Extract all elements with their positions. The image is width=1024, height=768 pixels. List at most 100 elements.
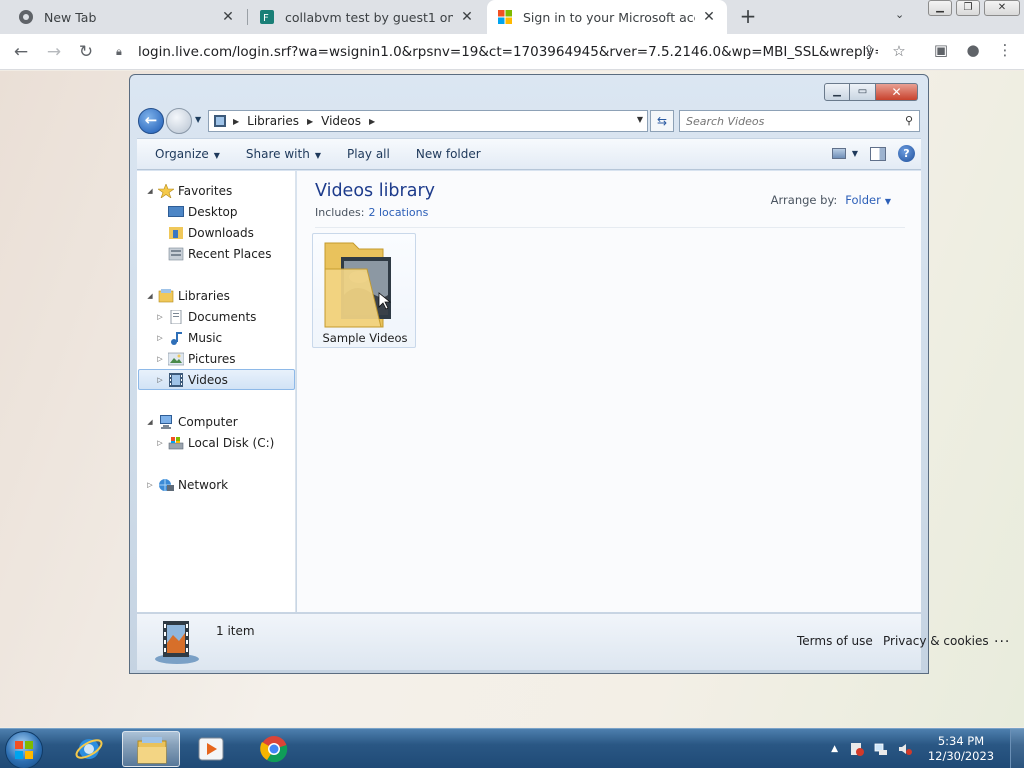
privacy-cookies-link[interactable]: Privacy & cookies	[883, 634, 989, 648]
nav-pictures[interactable]: ▷ Pictures	[155, 349, 235, 369]
forward-arrow-icon[interactable]	[166, 108, 192, 134]
expand-arrow-icon[interactable]: ▷	[145, 481, 155, 489]
nav-label: Music	[188, 331, 223, 345]
tab-label: collabvm test by guest1 on collabvm	[285, 9, 453, 25]
breadcrumb-arrow-icon[interactable]: ▶	[307, 117, 313, 126]
tab-label: Sign in to your Microsoft account	[523, 9, 695, 25]
nav-desktop[interactable]: Desktop	[155, 202, 238, 222]
taskbar-internet-explorer[interactable]	[60, 731, 118, 767]
tab-new-tab[interactable]: New Tab ✕	[8, 0, 246, 34]
explorer-window: ▁ ▭ ✕ ← ▼ ▶ Libraries ▶ Videos ▶ ▼ ⇆ ⚲ O…	[129, 74, 929, 674]
refresh-icon[interactable]: ⇆	[650, 110, 674, 132]
organize-button[interactable]: Organize ▼	[155, 147, 220, 161]
nav-local-disk[interactable]: ▷ Local Disk (C:)	[155, 433, 274, 453]
nav-favorites[interactable]: ◢ Favorites	[145, 181, 232, 201]
network-icon	[159, 479, 174, 491]
media-player-icon	[198, 737, 224, 761]
chevron-down-icon[interactable]: ⌄	[895, 8, 904, 21]
minimize-icon[interactable]: ▁	[824, 83, 850, 101]
includes-locations-link[interactable]: 2 locations	[368, 206, 428, 219]
show-hidden-icons-icon[interactable]: ▲	[831, 744, 838, 754]
tab-collabvm[interactable]: F collabvm test by guest1 on collabvm ✕	[249, 0, 485, 34]
breadcrumb-arrow-icon[interactable]: ▶	[369, 117, 375, 126]
close-icon[interactable]: ✕	[459, 9, 475, 25]
search-icon[interactable]: ⚲	[905, 114, 913, 127]
close-icon[interactable]: ✕	[220, 9, 236, 25]
taskbar-windows-explorer[interactable]	[122, 731, 180, 767]
close-icon[interactable]: ✕	[876, 83, 918, 101]
side-panel-icon[interactable]: ▣	[925, 41, 957, 59]
more-options-icon[interactable]: ...	[994, 630, 1010, 646]
arrange-by-dropdown[interactable]: Folder	[845, 193, 881, 207]
network-status-icon[interactable]	[874, 742, 888, 756]
address-dropdown-icon[interactable]: ▼	[637, 115, 643, 124]
breadcrumb-arrow-icon[interactable]: ▶	[233, 117, 239, 126]
search-input[interactable]	[680, 111, 894, 131]
preview-pane-icon[interactable]	[870, 146, 886, 161]
system-clock[interactable]: 5:34 PM 12/30/2023	[922, 734, 1000, 764]
help-icon[interactable]: ?	[898, 145, 915, 162]
start-button[interactable]	[5, 731, 43, 768]
nav-documents[interactable]: ▷ Documents	[155, 307, 256, 327]
desktop-icon	[168, 206, 184, 217]
forward-arrow-icon[interactable]: →	[43, 41, 65, 63]
play-all-button[interactable]: Play all	[347, 147, 390, 161]
back-arrow-icon[interactable]: ←	[138, 108, 164, 134]
command-bar: Organize ▼ Share with ▼ Play all New folde…	[137, 138, 921, 170]
close-icon[interactable]: ✕	[701, 9, 717, 25]
action-center-icon[interactable]	[850, 742, 864, 756]
omnibox-actions: ⇪ ☆	[854, 42, 914, 60]
browser-toolbar: ← → ↻ 🔒︎ login.live.com/login.srf?wa=wsi…	[0, 34, 1024, 70]
show-desktop-button[interactable]	[1010, 729, 1024, 768]
back-arrow-icon[interactable]: ←	[10, 41, 32, 63]
chrome-icon	[260, 736, 288, 763]
expand-arrow-icon[interactable]: ▷	[155, 313, 165, 321]
tab-label: New Tab	[44, 9, 97, 25]
close-icon[interactable]: ✕	[984, 0, 1020, 16]
nav-computer[interactable]: ◢ Computer	[145, 412, 238, 432]
share-with-button[interactable]: Share with ▼	[246, 147, 321, 161]
tab-microsoft-signin[interactable]: Sign in to your Microsoft account ✕	[487, 0, 727, 34]
nav-videos[interactable]: ▷ Videos	[138, 369, 295, 390]
expand-arrow-icon[interactable]: ▷	[155, 355, 165, 363]
nav-network[interactable]: ▷ Network	[145, 475, 228, 495]
address-bar[interactable]: 🔒︎ login.live.com/login.srf?wa=wsignin1.…	[108, 37, 914, 67]
nav-label: Favorites	[178, 184, 233, 198]
nav-downloads[interactable]: Downloads	[155, 223, 254, 243]
collapse-arrow-icon[interactable]: ◢	[145, 418, 155, 426]
profile-icon[interactable]: ●	[957, 41, 989, 59]
taskbar-chrome[interactable]	[245, 731, 303, 767]
restore-icon[interactable]: ❐	[956, 0, 980, 16]
nav-libraries[interactable]: ◢ Libraries	[145, 286, 230, 306]
nav-recent-places[interactable]: Recent Places	[155, 244, 271, 264]
host-window-controls: ▁ ❐ ✕	[928, 0, 1024, 16]
nav-music[interactable]: ▷ Music	[155, 328, 222, 348]
minimize-icon[interactable]: ▁	[928, 0, 952, 16]
reload-icon[interactable]: ↻	[75, 41, 97, 63]
more-menu-icon[interactable]: ⋮	[989, 41, 1021, 59]
new-folder-button[interactable]: New folder	[416, 147, 481, 161]
expand-arrow-icon[interactable]: ▷	[155, 376, 165, 384]
chevron-down-icon[interactable]: ▼	[885, 197, 891, 206]
expand-arrow-icon[interactable]: ▷	[155, 334, 165, 342]
nav-label: Libraries	[178, 289, 230, 303]
new-tab-plus-icon[interactable]: +	[737, 5, 759, 27]
recent-pages-chevron-icon[interactable]: ▼	[195, 115, 201, 124]
breadcrumb[interactable]: ▶ Libraries ▶ Videos ▶ ▼	[208, 110, 648, 132]
collapse-arrow-icon[interactable]: ◢	[145, 292, 155, 300]
expand-arrow-icon[interactable]: ▷	[155, 439, 165, 447]
breadcrumb-videos[interactable]: Videos	[321, 114, 361, 128]
chevron-down-icon[interactable]: ▼	[852, 149, 858, 158]
change-view-icon[interactable]	[831, 148, 846, 159]
terms-of-use-link[interactable]: Terms of use	[797, 634, 873, 648]
folder-sample-videos[interactable]: Sample Videos	[312, 233, 416, 348]
breadcrumb-libraries[interactable]: Libraries	[247, 114, 299, 128]
volume-muted-icon[interactable]	[898, 742, 912, 756]
star-icon[interactable]: ☆	[884, 42, 914, 60]
collapse-arrow-icon[interactable]: ◢	[145, 187, 155, 195]
search-box: ⚲	[679, 110, 920, 132]
maximize-icon[interactable]: ▭	[850, 83, 876, 101]
video-folder-icon	[324, 242, 392, 328]
share-icon[interactable]: ⇪	[854, 42, 884, 60]
taskbar-media-player[interactable]	[182, 731, 240, 767]
